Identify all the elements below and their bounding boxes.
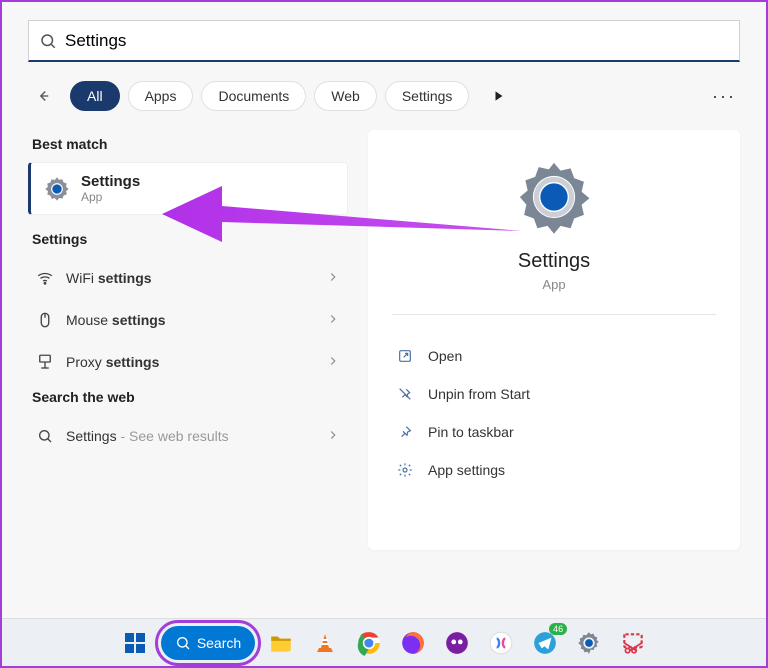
filter-tabs: All Apps Documents Web Settings ··· — [28, 80, 740, 112]
taskbar-snip[interactable] — [615, 625, 651, 661]
taskbar-firefox[interactable] — [395, 625, 431, 661]
taskbar-explorer[interactable] — [263, 625, 299, 661]
taskbar-app-purple[interactable] — [439, 625, 475, 661]
action-label: Pin to taskbar — [428, 424, 514, 440]
best-match-result[interactable]: Settings App — [28, 162, 348, 215]
settings-label: Settings — [32, 231, 348, 247]
search-bar[interactable] — [28, 20, 740, 62]
search-icon — [175, 635, 191, 651]
best-match-title: Settings — [81, 173, 140, 190]
divider — [392, 314, 716, 315]
best-match-sub: App — [81, 190, 140, 204]
gear-icon — [576, 630, 602, 656]
action-label: App settings — [428, 462, 505, 478]
content-area: Best match Settings App Settings WiFi se… — [28, 130, 740, 550]
tab-documents[interactable]: Documents — [201, 81, 306, 111]
result-web-search[interactable]: Settings - See web results — [28, 415, 348, 457]
taskbar-vlc[interactable] — [307, 625, 343, 661]
chrome-icon — [356, 630, 382, 656]
play-icon[interactable] — [483, 80, 515, 112]
gear-icon — [43, 175, 71, 203]
result-proxy-settings[interactable]: Proxy settings — [28, 341, 348, 383]
action-label: Open — [428, 348, 462, 364]
action-app-settings[interactable]: App settings — [392, 451, 716, 489]
badge: 46 — [549, 623, 567, 635]
action-pin-taskbar[interactable]: Pin to taskbar — [392, 413, 716, 451]
chevron-right-icon — [326, 270, 340, 287]
tab-settings[interactable]: Settings — [385, 81, 470, 111]
action-label: Unpin from Start — [428, 386, 530, 402]
back-button[interactable] — [28, 81, 58, 111]
detail-pane: Settings App Open Unpin from Start Pin t — [368, 130, 740, 550]
mouse-icon — [36, 311, 54, 329]
copilot-icon — [488, 630, 514, 656]
detail-sub: App — [392, 277, 716, 292]
gear-icon — [396, 461, 414, 479]
search-icon — [39, 32, 57, 50]
search-icon — [36, 427, 54, 445]
unpin-icon — [396, 385, 414, 403]
windows-icon — [123, 631, 147, 655]
results-column: Best match Settings App Settings WiFi se… — [28, 130, 348, 550]
taskbar-search[interactable]: Search — [161, 626, 255, 660]
pin-icon — [396, 423, 414, 441]
taskbar: Search 46 — [2, 618, 766, 666]
wifi-icon — [36, 269, 54, 287]
action-unpin-start[interactable]: Unpin from Start — [392, 375, 716, 413]
circle-icon — [444, 630, 470, 656]
open-icon — [396, 347, 414, 365]
tab-web[interactable]: Web — [314, 81, 377, 111]
best-match-label: Best match — [32, 136, 348, 152]
folder-icon — [268, 630, 294, 656]
snip-icon — [620, 630, 646, 656]
detail-title: Settings — [392, 250, 716, 273]
taskbar-telegram[interactable]: 46 — [527, 625, 563, 661]
result-text: Settings - See web results — [66, 428, 229, 444]
more-button[interactable]: ··· — [708, 80, 740, 112]
taskbar-chrome[interactable] — [351, 625, 387, 661]
search-input[interactable] — [65, 31, 729, 51]
firefox-icon — [400, 630, 426, 656]
proxy-icon — [36, 353, 54, 371]
result-text: Proxy settings — [66, 354, 159, 370]
result-text: Mouse settings — [66, 312, 166, 328]
taskbar-search-label: Search — [197, 635, 241, 651]
result-text: WiFi settings — [66, 270, 152, 286]
action-open[interactable]: Open — [392, 337, 716, 375]
tab-all[interactable]: All — [70, 81, 120, 111]
result-wifi-settings[interactable]: WiFi settings — [28, 257, 348, 299]
chevron-right-icon — [326, 354, 340, 371]
search-panel: All Apps Documents Web Settings ··· Best… — [2, 2, 766, 618]
taskbar-settings[interactable] — [571, 625, 607, 661]
web-label: Search the web — [32, 389, 348, 405]
tab-apps[interactable]: Apps — [128, 81, 194, 111]
detail-app-icon — [392, 158, 716, 236]
vlc-icon — [313, 631, 337, 655]
chevron-right-icon — [326, 428, 340, 445]
result-mouse-settings[interactable]: Mouse settings — [28, 299, 348, 341]
chevron-right-icon — [326, 312, 340, 329]
taskbar-copilot[interactable] — [483, 625, 519, 661]
taskbar-start[interactable] — [117, 625, 153, 661]
